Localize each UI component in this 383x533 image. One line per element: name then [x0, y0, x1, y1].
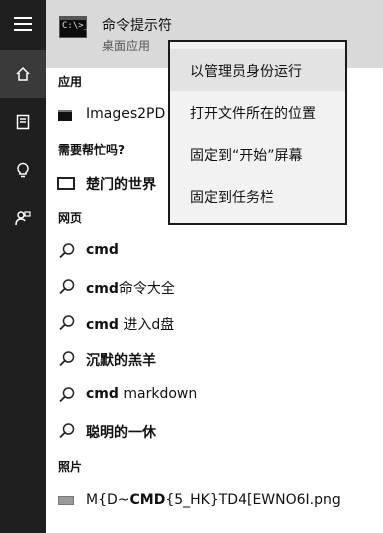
notebook-icon [16, 114, 30, 130]
web-result-item[interactable]: cmd markdown [46, 378, 383, 412]
section-header-web: 网页 [58, 211, 83, 225]
lightbulb-icon [17, 162, 29, 178]
feedback-button[interactable] [0, 194, 46, 242]
feedback-icon [15, 211, 31, 226]
search-icon [59, 387, 75, 403]
menu-item-label: 以管理员身份运行 [190, 64, 302, 80]
web-result-label: 聪明的一休 [86, 425, 156, 441]
cmd-icon [58, 110, 72, 121]
search-icon [59, 351, 75, 367]
menu-item-pin-to-start[interactable]: 固定到“开始”屏幕 [170, 133, 345, 175]
search-icon [59, 243, 75, 259]
web-result-item[interactable]: cmd命令大全 [46, 270, 383, 304]
menu-item-label: 固定到“开始”屏幕 [190, 148, 303, 164]
hamburger-menu-icon [14, 17, 32, 31]
section-header-help: 需要帮忙吗? [58, 143, 125, 157]
web-result-label: 沉默的羔羊 [86, 353, 156, 369]
cmd-icon: C:\>_ [59, 16, 89, 38]
menu-item-label: 打开文件所在的位置 [190, 106, 316, 122]
web-result-item[interactable]: 聪明的一休 [46, 414, 383, 448]
search-icon [59, 315, 75, 331]
hamburger-menu-button[interactable] [0, 0, 46, 48]
menu-item-open-file-location[interactable]: 打开文件所在的位置 [170, 91, 345, 133]
search-icon [59, 423, 75, 439]
best-match-title: 命令提示符 [102, 18, 172, 34]
menu-item-label: 固定到任务栏 [190, 190, 274, 206]
section-header-apps: 应用 [58, 75, 83, 89]
notebook-button[interactable] [0, 98, 46, 146]
tips-button[interactable] [0, 146, 46, 194]
web-result-item[interactable]: cmd 进入d盘 [46, 306, 383, 340]
context-menu: 以管理员身份运行 打开文件所在的位置 固定到“开始”屏幕 固定到任务栏 [168, 40, 347, 225]
menu-item-pin-to-taskbar[interactable]: 固定到任务栏 [170, 175, 345, 217]
web-result-label: cmd markdown [86, 386, 198, 402]
image-icon [58, 496, 74, 505]
section-header-photos: 照片 [58, 460, 83, 474]
search-icon [59, 279, 75, 295]
home-button[interactable] [0, 50, 46, 98]
web-result-label: cmd命令大全 [86, 281, 175, 297]
web-result-label: cmd 进入d盘 [86, 317, 175, 333]
web-result-item[interactable]: 沉默的羔羊 [46, 342, 383, 376]
home-icon [16, 66, 30, 81]
menu-item-run-as-admin[interactable]: 以管理员身份运行 [170, 49, 345, 91]
photo-result-label: M{D~CMD{5_HK}TD4[EWNO6I.png [86, 492, 341, 508]
web-result-label: cmd [86, 242, 119, 258]
best-match-subtitle: 桌面应用 [102, 39, 151, 53]
app-result-label: Images2PD [86, 106, 166, 122]
book-icon [57, 177, 75, 190]
help-result-label: 楚门的世界 [86, 177, 156, 193]
web-result-item[interactable]: cmd [46, 234, 383, 268]
left-rail [0, 0, 46, 533]
photo-result-item[interactable]: M{D~CMD{5_HK}TD4[EWNO6I.png [46, 484, 383, 518]
